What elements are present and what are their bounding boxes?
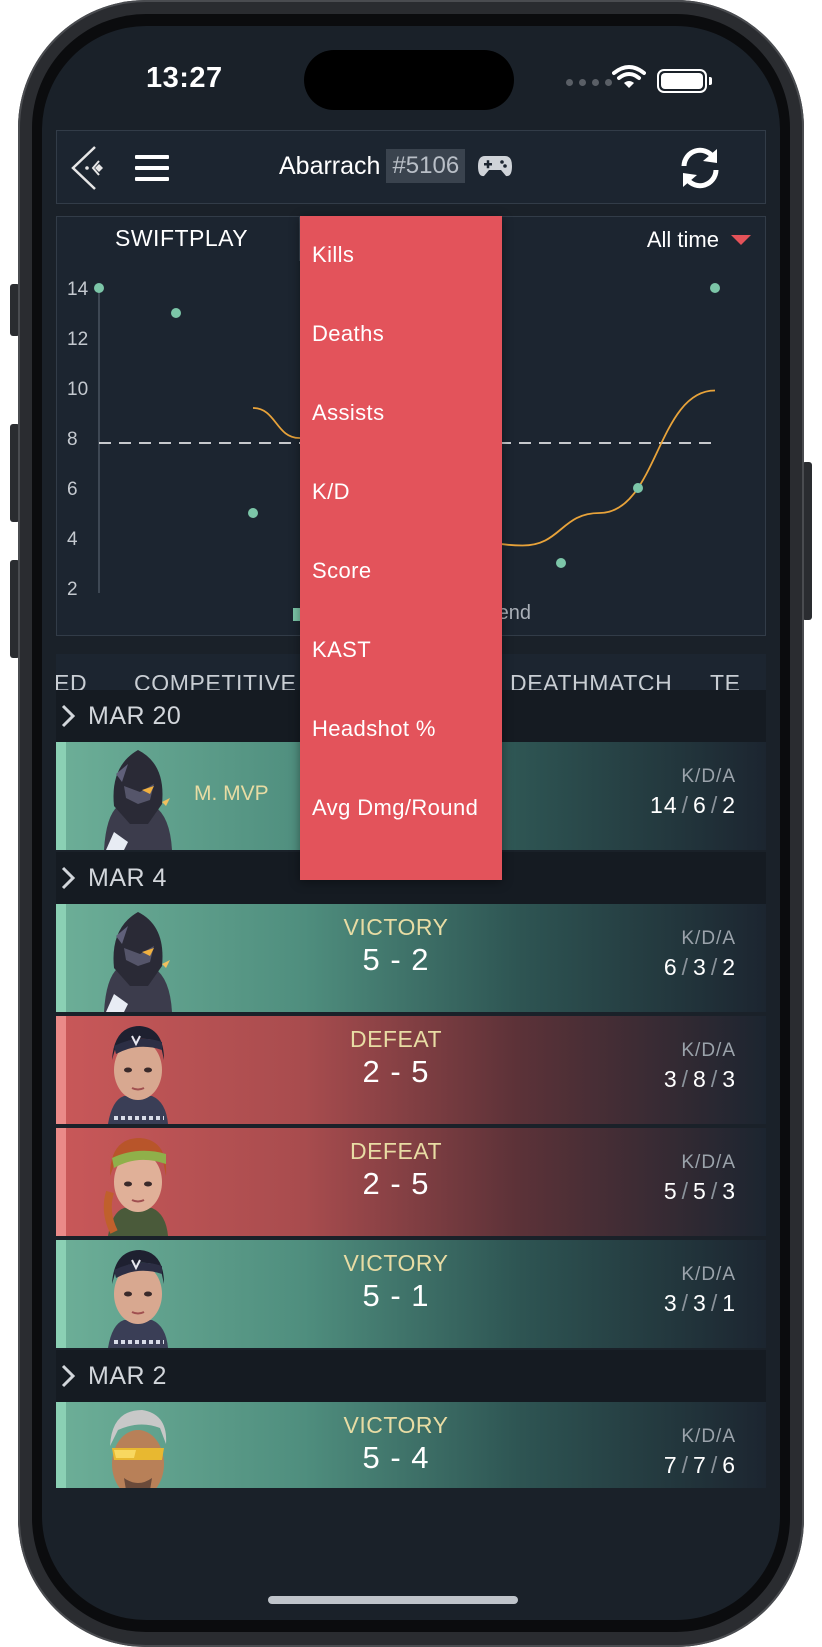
match-score: 5 - 1	[362, 1278, 430, 1313]
player-name: Abarrach	[279, 151, 381, 180]
home-indicator[interactable]	[268, 1596, 518, 1604]
stat-option-avg-dmg[interactable]: Avg Dmg/Round	[312, 795, 478, 821]
green-bandana-agent-icon	[103, 1138, 168, 1236]
match-result: VICTORY	[343, 914, 449, 940]
wifi-icon	[612, 65, 646, 88]
kda-value: 6/3/2	[663, 954, 736, 980]
match-result: VICTORY	[343, 1412, 449, 1438]
y-tick-label: 10	[67, 379, 88, 400]
gamepad-icon	[478, 156, 513, 177]
player-identity[interactable]: Abarrach #5106	[279, 149, 513, 183]
kda-label: K/D/A	[681, 1152, 736, 1173]
kda-label: K/D/A	[681, 1426, 736, 1447]
stat-option-deaths[interactable]: Deaths	[312, 321, 384, 347]
result-strip	[56, 1016, 66, 1124]
match-result: DEFEAT	[349, 1138, 443, 1164]
match-row[interactable]: DEFEAT 2 - 5 K/D/A 5/5/3	[56, 1128, 766, 1236]
dropdown-triangle-icon	[731, 235, 751, 245]
data-point	[710, 283, 720, 293]
time-filter-label: All time	[646, 227, 719, 252]
match-score: 5 - 4	[362, 1440, 430, 1475]
player-tag: #5106	[386, 149, 466, 183]
data-point	[633, 483, 643, 493]
stat-option-assists[interactable]: Assists	[312, 400, 384, 426]
helmet-agent-icon	[104, 750, 172, 850]
match-result: VICTORY	[343, 1250, 449, 1276]
kda-value: 3/8/3	[663, 1066, 736, 1092]
screen: 13:27 Abarrach #5106 2 4 6 8 10 12 14 SW…	[42, 26, 780, 1620]
data-point	[171, 308, 181, 318]
y-tick-label: 14	[67, 279, 89, 300]
data-point	[94, 283, 104, 293]
y-tick-label: 6	[67, 479, 78, 500]
date-label: MAR 20	[88, 701, 182, 730]
match-row[interactable]: DEFEAT 2 - 5 K/D/A 3/8/3	[56, 1016, 766, 1124]
chevron-right-icon	[61, 866, 76, 890]
kda-value: 14/6/2	[650, 792, 736, 818]
kda-label: K/D/A	[681, 766, 736, 787]
result-strip	[56, 742, 66, 850]
y-tick-label: 12	[67, 329, 88, 350]
goggles-agent-icon	[110, 1410, 167, 1488]
kda-label: K/D/A	[681, 1040, 736, 1061]
stat-selector-dropdown: Kills Deaths Assists K/D Score KAST Head…	[300, 216, 502, 880]
y-tick-label: 8	[67, 429, 78, 450]
signal-dots-icon	[566, 79, 612, 86]
match-row[interactable]: VICTORY 5 - 2 K/D/A 6/3/2	[56, 904, 766, 1012]
battery-nub	[709, 77, 712, 85]
date-header[interactable]: MAR 2	[56, 1350, 766, 1402]
result-strip	[56, 904, 66, 1012]
kda-label: K/D/A	[681, 928, 736, 949]
match-row[interactable]: VICTORY 5 - 1 K/D/A 3/3/1	[56, 1240, 766, 1348]
date-label: MAR 4	[88, 863, 167, 892]
mode-label: SWIFTPLAY	[115, 225, 249, 251]
match-result: DEFEAT	[349, 1026, 443, 1052]
stat-option-kd[interactable]: K/D	[312, 479, 350, 505]
match-score: 2 - 5	[362, 1054, 430, 1089]
menu-icon[interactable]	[135, 155, 169, 181]
y-tick-label: 2	[67, 579, 78, 600]
stat-option-kills[interactable]: Kills	[312, 242, 354, 268]
y-tick-label: 4	[67, 529, 78, 550]
stat-option-kast[interactable]: KAST	[312, 637, 371, 663]
result-strip	[56, 1402, 66, 1488]
kda-value: 7/7/6	[663, 1452, 736, 1478]
kda-value: 5/5/3	[663, 1178, 736, 1204]
chevron-right-icon	[61, 704, 76, 728]
kda-value: 3/3/1	[663, 1290, 736, 1316]
data-point	[556, 558, 566, 568]
kda-label: K/D/A	[681, 1264, 736, 1285]
app-header: Abarrach #5106	[56, 130, 766, 204]
chevron-right-icon	[61, 1364, 76, 1388]
dynamic-island	[304, 50, 514, 110]
data-point	[248, 508, 258, 518]
match-score: 5 - 2	[362, 942, 430, 977]
match-score: 2 - 5	[362, 1166, 430, 1201]
battery-icon	[657, 69, 707, 93]
result-strip	[56, 1128, 66, 1236]
mvp-badge: M. MVP	[194, 782, 269, 805]
time-filter-dropdown[interactable]: All time	[647, 227, 751, 253]
back-logo-icon[interactable]	[69, 145, 109, 191]
refresh-icon[interactable]	[675, 145, 725, 191]
helmet-agent-icon	[104, 912, 172, 1012]
match-row[interactable]: VICTORY 5 - 4 K/D/A 7/7/6	[56, 1402, 766, 1488]
stat-option-headshot[interactable]: Headshot %	[312, 716, 436, 742]
bandana-agent-icon	[108, 1026, 168, 1124]
bandana-agent-icon	[108, 1250, 168, 1348]
status-time: 13:27	[146, 62, 223, 94]
result-strip	[56, 1240, 66, 1348]
stat-option-score[interactable]: Score	[312, 558, 371, 584]
date-label: MAR 2	[88, 1361, 167, 1390]
